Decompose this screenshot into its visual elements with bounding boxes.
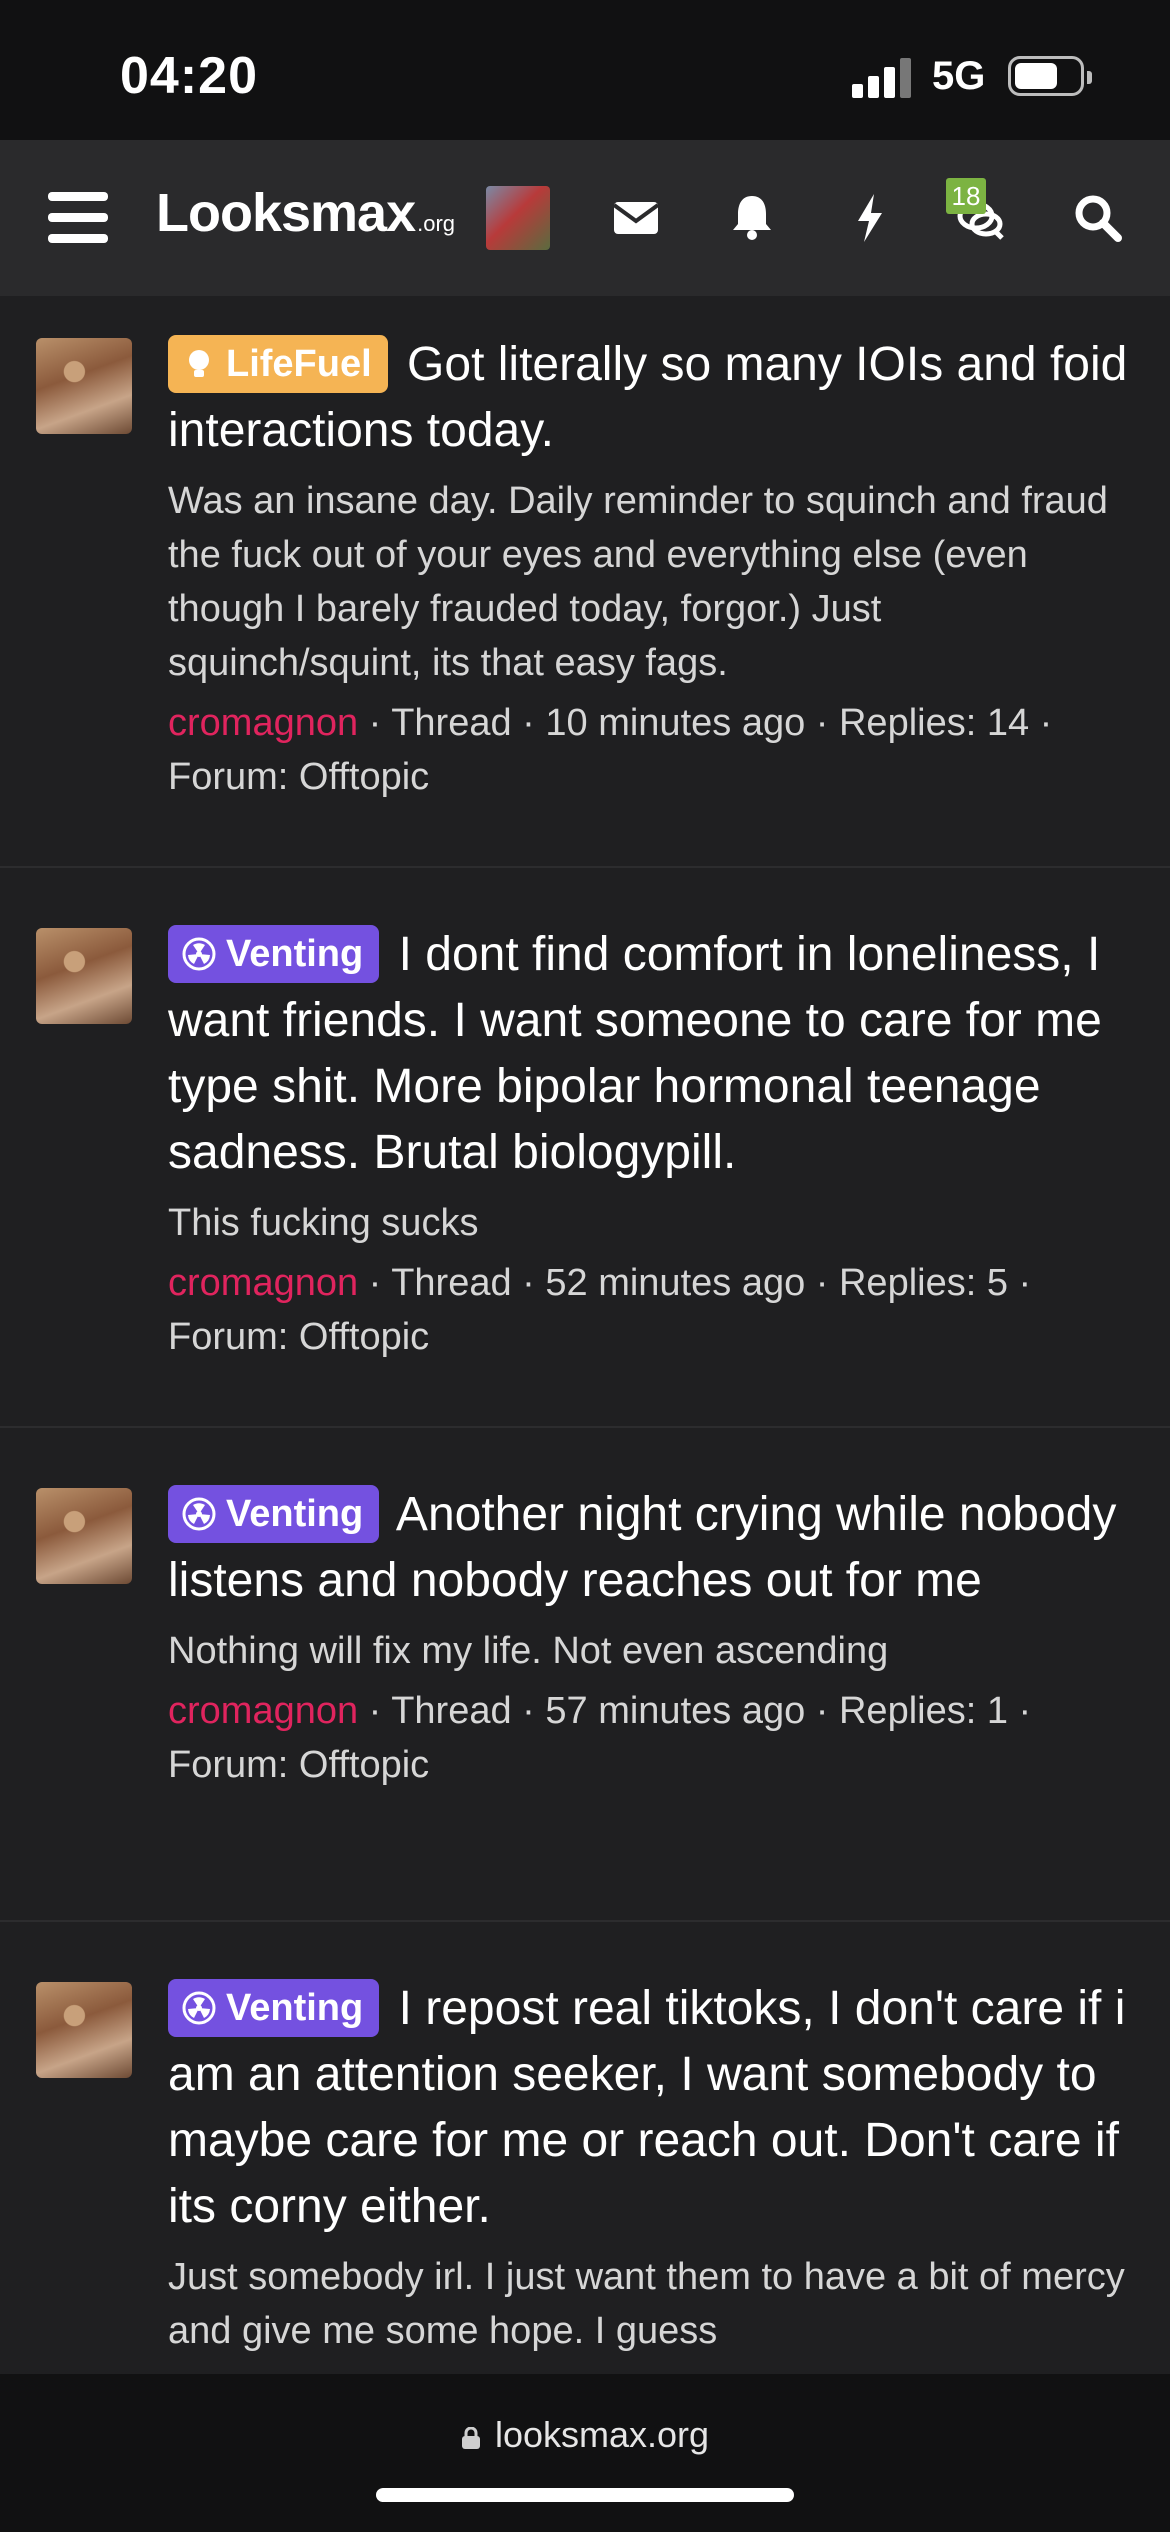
thread-title[interactable]: Venting I repost real tiktoks, I don't c… [168, 1976, 1138, 2240]
thread-item[interactable]: Venting I dont find comfort in lonelines… [0, 868, 1170, 1428]
avatar[interactable] [486, 186, 550, 250]
home-indicator[interactable] [376, 2488, 794, 2502]
url-text: looksmax.org [494, 2414, 710, 2455]
signal-icon [852, 58, 914, 98]
site-logo[interactable]: Looksmax.org [156, 182, 455, 244]
site-header: Looksmax.org 18 [0, 140, 1170, 296]
author-avatar[interactable] [36, 928, 132, 1024]
thread-item[interactable]: Venting Another night crying while nobod… [0, 1428, 1170, 1922]
prefix-label: Venting [226, 1987, 364, 2029]
thread-item[interactable]: LifeFuel Got literally so many IOIs and … [0, 296, 1170, 868]
bolt-icon[interactable] [840, 188, 900, 248]
prefix-label: Venting [226, 1493, 364, 1535]
thread-content: Venting Another night crying while nobod… [168, 1482, 1138, 1792]
url-display[interactable]: looksmax.org [0, 2414, 1170, 2456]
prefix-label: LifeFuel [226, 343, 372, 385]
author-link[interactable]: cromagnon [168, 1262, 358, 1304]
author-avatar[interactable] [36, 1982, 132, 2078]
thread-title[interactable]: Venting Another night crying while nobod… [168, 1482, 1138, 1614]
prefix-venting[interactable]: Venting [168, 1485, 380, 1543]
notification-badge[interactable]: 18 [946, 178, 986, 214]
browser-url-bar[interactable]: looksmax.org [0, 2374, 1170, 2532]
radiation-icon [182, 1991, 216, 2025]
thread-title[interactable]: LifeFuel Got literally so many IOIs and … [168, 332, 1138, 464]
mail-icon[interactable] [606, 188, 666, 248]
thread-item[interactable]: Venting I repost real tiktoks, I don't c… [0, 1922, 1170, 2374]
thread-meta: cromagnon · Thread · 52 minutes ago · Re… [168, 1256, 1138, 1364]
status-time: 04:20 [120, 47, 258, 105]
thread-meta: cromagnon · Thread · 10 minutes ago · Re… [168, 696, 1138, 804]
prefix-venting[interactable]: Venting [168, 1979, 380, 2037]
logo-text: Looksmax [156, 183, 416, 243]
thread-content: LifeFuel Got literally so many IOIs and … [168, 332, 1138, 804]
prefix-lifefuel[interactable]: LifeFuel [168, 335, 388, 393]
menu-icon[interactable] [48, 192, 108, 244]
thread-content: Venting I repost real tiktoks, I don't c… [168, 1976, 1138, 2358]
radiation-icon [182, 1497, 216, 1531]
bell-icon[interactable] [722, 188, 782, 248]
thread-snippet: Was an insane day. Daily reminder to squ… [168, 480, 1108, 684]
thread-snippet: Nothing will fix my life. Not even ascen… [168, 1630, 889, 1672]
thread-snippet: Just somebody irl. I just want them to h… [168, 2256, 1125, 2352]
thread-content: Venting I dont find comfort in lonelines… [168, 922, 1138, 1364]
network-label: 5G [932, 54, 986, 98]
thread-snippet: This fucking sucks [168, 1202, 479, 1244]
author-link[interactable]: cromagnon [168, 1690, 358, 1732]
prefix-label: Venting [226, 933, 364, 975]
author-avatar[interactable] [36, 338, 132, 434]
search-icon[interactable] [1068, 188, 1128, 248]
author-link[interactable]: cromagnon [168, 702, 358, 744]
status-bar: 04:20 5G [0, 0, 1170, 140]
thread-title[interactable]: Venting I dont find comfort in lonelines… [168, 922, 1138, 1186]
author-avatar[interactable] [36, 1488, 132, 1584]
thread-meta: cromagnon · Thread · 57 minutes ago · Re… [168, 1684, 1138, 1792]
battery-icon [1008, 56, 1092, 96]
logo-suffix: .org [417, 211, 456, 236]
lock-icon [461, 2427, 480, 2449]
lightbulb-icon [189, 350, 209, 377]
prefix-venting[interactable]: Venting [168, 925, 380, 983]
radiation-icon [182, 937, 216, 971]
